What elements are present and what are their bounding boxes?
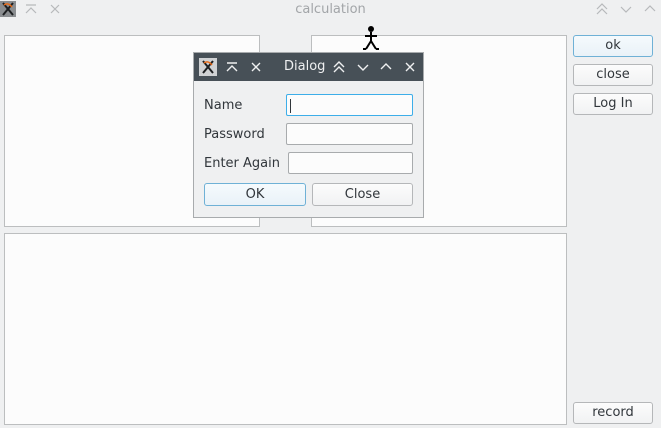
window-titlebar: calculation — [0, 0, 661, 20]
dialog-close-icon[interactable] — [402, 59, 418, 75]
login-dialog: Dialog Name Password Enter Again OK Clos… — [193, 52, 424, 218]
window-title: calculation — [295, 2, 366, 17]
maximize-icon[interactable] — [642, 1, 658, 17]
bottom-panel[interactable] — [4, 233, 567, 425]
dialog-keep-above-icon[interactable] — [224, 59, 240, 75]
shade-icon[interactable] — [594, 1, 610, 17]
enter-again-label: Enter Again — [204, 156, 280, 171]
password-field[interactable] — [286, 123, 413, 145]
stick-figure-cursor-icon — [362, 25, 380, 51]
dialog-ok-button[interactable]: OK — [204, 183, 306, 206]
name-label: Name — [204, 98, 243, 113]
minimize-icon[interactable] — [618, 1, 634, 17]
ok-button[interactable]: ok — [573, 35, 653, 57]
close-button[interactable]: close — [573, 64, 653, 86]
dialog-maximize-icon[interactable] — [378, 59, 394, 75]
name-field[interactable] — [286, 94, 413, 116]
dialog-shade-icon[interactable] — [331, 59, 347, 75]
dialog-minimize-icon[interactable] — [355, 59, 371, 75]
dialog-title: Dialog — [284, 59, 326, 74]
dialog-app-icon[interactable] — [199, 58, 217, 76]
password-label: Password — [204, 127, 265, 142]
dialog-close-button[interactable]: Close — [312, 183, 413, 206]
dialog-titlebar: Dialog — [194, 53, 423, 81]
enter-again-field[interactable] — [288, 152, 413, 174]
login-button[interactable]: Log In — [573, 93, 653, 115]
dialog-close-small-icon[interactable] — [248, 59, 264, 75]
text-caret — [290, 99, 291, 113]
record-button[interactable]: record — [573, 402, 653, 424]
